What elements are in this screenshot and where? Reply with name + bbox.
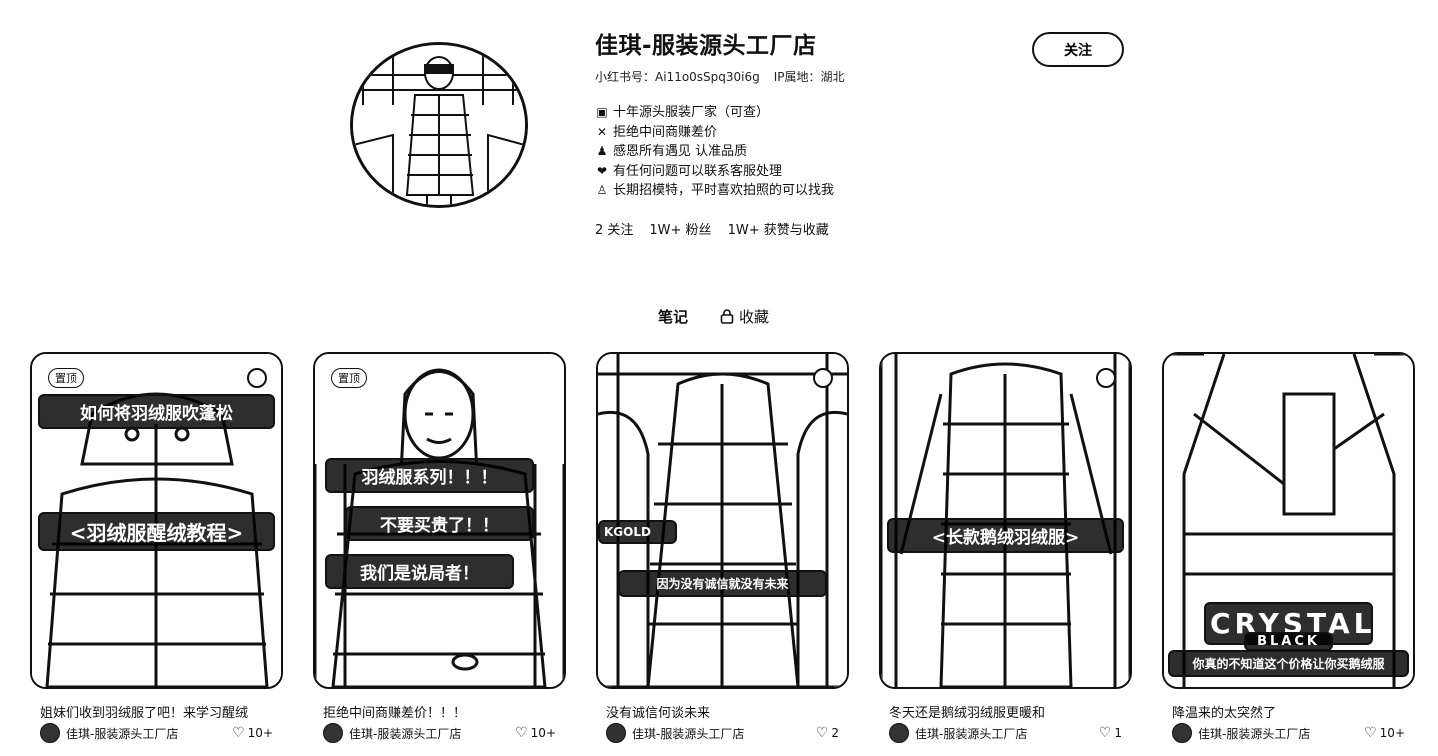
note-title[interactable]: 降温来的太突然了: [1162, 703, 1415, 724]
factory-icon: ▣: [596, 105, 608, 119]
heart-icon: ♡: [815, 725, 829, 741]
profile-avatar: [350, 42, 528, 208]
note-author: 佳琪-服装源头工厂店 ♡ 10+: [313, 723, 566, 743]
cover-text: 我们是说局者！: [325, 554, 514, 589]
heart-chat-icon: ❤: [596, 163, 608, 178]
like-button[interactable]: ♡ 10+: [232, 725, 273, 741]
author-name[interactable]: 佳琪-服装源头工厂店: [349, 725, 515, 742]
heart-icon: ♡: [515, 725, 528, 741]
profile-tabs: 笔记 收藏: [658, 306, 769, 327]
note-title[interactable]: 拒绝中间商赚差价！！！: [313, 703, 566, 724]
red-id-value: Ai11o0sSpq30i6g: [655, 70, 760, 84]
author-name[interactable]: 佳琪-服装源头工厂店: [915, 725, 1099, 742]
bio-text: 拒绝中间商赚差价: [613, 124, 718, 140]
avatar[interactable]: [889, 723, 909, 743]
tab-collections-label: 收藏: [739, 308, 770, 326]
note-card[interactable]: <长款鹅绒羽绒服> 冬天还是鹅绒羽绒服更暖和 佳琪-服装源头工厂店 ♡ 1: [879, 352, 1132, 743]
ip-location: IP属地：湖北: [774, 68, 845, 85]
cover-text: <长款鹅绒羽绒服>: [887, 518, 1124, 553]
author-name[interactable]: 佳琪-服装源头工厂店: [632, 725, 816, 742]
note-author: 佳琪-服装源头工厂店 ♡ 10+: [30, 723, 283, 743]
note-author: 佳琪-服装源头工厂店 ♡ 10+: [1162, 723, 1415, 743]
note-thumbnail[interactable]: <长款鹅绒羽绒服>: [879, 352, 1132, 689]
cover-text: 羽绒服系列！！！: [325, 458, 534, 493]
bio-text: 十年源头服装厂家（可查）: [613, 105, 770, 120]
heart-icon: ♡: [1364, 725, 1377, 741]
bio-line: ▣ 十年源头服装厂家（可查）: [595, 103, 1025, 123]
like-count: 10+: [1379, 726, 1405, 740]
video-icon: [813, 368, 833, 388]
like-button[interactable]: ♡ 2: [816, 725, 839, 741]
note-thumbnail[interactable]: KGOLD 因为没有诚信就没有未来: [596, 352, 849, 689]
like-count: 1: [1114, 726, 1122, 740]
likes-count: 1W+ 获赞与收藏: [727, 222, 829, 238]
note-card[interactable]: CRYSTAL BLACK 你真的不知道这个价格让你买鹅绒服 降温来的太突然了 …: [1162, 352, 1415, 743]
bio-line: ❤ 有任何问题可以联系客服处理: [595, 162, 1025, 182]
bio-text: 长期招模特，平时喜欢拍照的可以找我: [613, 183, 835, 198]
cover-brand-sub: BLACK: [1244, 632, 1333, 651]
note-card[interactable]: 置顶 羽绒服系列！！！ 不要买贵了！！ 我们是说局者！ 拒绝中间商赚差价！！！ …: [313, 352, 566, 743]
cover-text: 不要买贵了！！: [345, 506, 534, 541]
note-thumbnail[interactable]: 置顶 如何将羽绒服吹蓬松 <羽绒服醒绒教程>: [30, 352, 283, 689]
bio-text: 有任何问题可以联系客服处理: [613, 163, 783, 179]
note-title[interactable]: 没有诚信何谈未来: [596, 703, 849, 724]
bio-line: ✕ 拒绝中间商赚差价: [595, 123, 1025, 143]
pinned-badge: 置顶: [331, 368, 367, 388]
avatar[interactable]: [1172, 723, 1192, 743]
red-id-label: 小红书号：: [595, 70, 656, 84]
video-icon: [247, 368, 267, 388]
note-thumbnail[interactable]: 置顶 羽绒服系列！！！ 不要买贵了！！ 我们是说局者！: [313, 352, 566, 689]
avatar[interactable]: [323, 723, 343, 743]
cover-text: 如何将羽绒服吹蓬松: [38, 394, 275, 429]
cross-icon: ✕: [596, 124, 608, 139]
followers-count[interactable]: 1W+ 粉丝: [649, 219, 711, 238]
cover-text: KGOLD: [598, 520, 677, 544]
pinned-badge: 置顶: [48, 368, 84, 388]
camera-person-icon: ♙: [596, 183, 608, 197]
cover-text: <羽绒服醒绒教程>: [38, 512, 275, 551]
author-name[interactable]: 佳琪-服装源头工厂店: [66, 725, 232, 742]
note-card[interactable]: 置顶 如何将羽绒服吹蓬松 <羽绒服醒绒教程> 姐妹们收到羽绒服了吧！来学习醒绒啦…: [30, 352, 283, 745]
note-author: 佳琪-服装源头工厂店 ♡ 1: [879, 723, 1132, 743]
ip-value: 湖北: [820, 70, 845, 84]
heart-icon: ♡: [1098, 725, 1112, 741]
red-id: 小红书号：Ai11o0sSpq30i6g: [595, 68, 760, 85]
video-icon: [1096, 368, 1116, 388]
author-name[interactable]: 佳琪-服装源头工厂店: [1198, 725, 1364, 742]
ip-label: IP属地：: [773, 70, 821, 84]
profile-meta: 小红书号：Ai11o0sSpq30i6g IP属地：湖北: [595, 68, 1025, 85]
person-icon: ♟: [596, 144, 608, 158]
note-thumbnail[interactable]: CRYSTAL BLACK 你真的不知道这个价格让你买鹅绒服: [1162, 352, 1415, 689]
like-button[interactable]: ♡ 10+: [515, 725, 556, 741]
profile-stats: 2 关注 1W+ 粉丝 1W+ 获赞与收藏: [595, 219, 1025, 238]
profile-name: 佳琪-服装源头工厂店: [595, 33, 817, 59]
cover-text: 你真的不知道这个价格让你买鹅绒服: [1168, 650, 1409, 677]
bio-line: ♙ 长期招模特，平时喜欢拍照的可以找我: [595, 181, 1025, 201]
like-count: 10+: [530, 726, 556, 740]
cover-text: 因为没有诚信就没有未来: [618, 570, 827, 597]
like-count: 10+: [247, 726, 273, 740]
follow-button[interactable]: 关注: [1032, 32, 1124, 67]
tab-notes-label: 笔记: [658, 308, 689, 326]
heart-icon: ♡: [232, 725, 245, 741]
note-author: 佳琪-服装源头工厂店 ♡ 2: [596, 723, 849, 743]
like-count: 2: [831, 726, 839, 740]
following-count[interactable]: 2 关注: [595, 219, 633, 238]
avatar[interactable]: [606, 723, 626, 743]
like-button[interactable]: ♡ 1: [1099, 725, 1122, 741]
note-title[interactable]: 冬天还是鹅绒羽绒服更暖和: [879, 703, 1132, 724]
profile-info: 佳琪-服装源头工厂店 小红书号：Ai11o0sSpq30i6g IP属地：湖北 …: [595, 30, 1025, 238]
profile-bio: ▣ 十年源头服装厂家（可查） ✕ 拒绝中间商赚差价 ♟ 感恩所有遇见 认准品质 ❤ 有任…: [595, 103, 1025, 201]
like-button[interactable]: ♡ 10+: [1364, 725, 1405, 741]
bio-line: ♟ 感恩所有遇见 认准品质: [595, 142, 1025, 162]
avatar[interactable]: [40, 723, 60, 743]
tab-collections[interactable]: 收藏: [720, 306, 769, 327]
note-card[interactable]: KGOLD 因为没有诚信就没有未来 没有诚信何谈未来 佳琪-服装源头工厂店 ♡ 2: [596, 352, 849, 743]
bio-text: 感恩所有遇见 认准品质: [613, 144, 748, 159]
tab-notes[interactable]: 笔记: [658, 306, 688, 327]
lock-icon: [720, 309, 734, 324]
